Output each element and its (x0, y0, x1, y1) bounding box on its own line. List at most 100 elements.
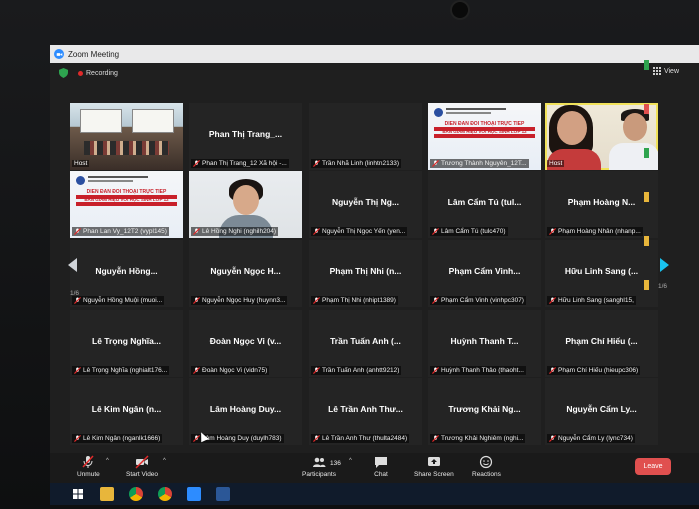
participant-display-name: Trương Khải Ng... (448, 404, 521, 414)
participant-tile[interactable]: Trương Khải Ng... Trương Khải Nghiêm (ngh… (428, 378, 541, 445)
muted-mic-icon (549, 228, 556, 235)
unmute-button[interactable]: Unmute (77, 455, 100, 478)
chat-icon (375, 457, 387, 468)
participant-caption-text: Lê Hồng Nghi (nghilh204) (202, 228, 277, 235)
chat-button[interactable]: Chat (374, 455, 388, 478)
participant-tile[interactable]: Phạm Chí Hiếu (... Phạm Chí Hiếu (hieupc3… (545, 310, 658, 377)
participant-caption-text: Phạm Thị Nhi (nhipt1389) (322, 297, 396, 304)
participant-caption: Phạm Chí Hiếu (hieupc306) (547, 366, 641, 375)
participant-tile[interactable]: DIỄN ĐÀN ĐỐI THOẠI TRỰC TIẾP BAN GIÁM HIỆ… (428, 103, 541, 170)
video-feed-shape (233, 185, 259, 215)
chrome-icon[interactable] (158, 487, 172, 501)
video-options-caret-icon[interactable]: ^ (163, 458, 166, 464)
windows-taskbar (50, 483, 699, 505)
participant-caption-text: Nguyễn Ngọc Huy (huynn3... (202, 297, 286, 304)
participant-tile[interactable]: Lâm Cẩm Tú (tul... Lâm Cẩm Tú (tulc470) (428, 171, 541, 238)
participant-tile[interactable]: Lê Kim Ngân (n... Lê Kim Ngân (nganlk1666… (70, 378, 183, 445)
participants-caret-icon[interactable]: ^ (349, 458, 352, 464)
participant-caption: Đoàn Ngọc Vi (vidn75) (191, 366, 270, 375)
audio-options-caret-icon[interactable]: ^ (106, 458, 109, 464)
recording-dot-icon (78, 70, 83, 76)
participant-display-name: Trần Tuấn Anh (... (330, 336, 401, 346)
next-page-arrow-icon[interactable] (660, 258, 669, 272)
participant-tile[interactable]: Trần Tuấn Anh (... Trần Tuấn Anh (anhtt92… (309, 310, 422, 377)
participant-tile[interactable]: Nguyễn Thị Ng... Nguyễn Thị Ngọc Yến (yen… (309, 171, 422, 238)
participant-tile[interactable]: Trần Nhã Linh (linhtn2133) (309, 103, 422, 170)
share-screen-button[interactable]: Share Screen (414, 455, 454, 478)
participant-tile[interactable]: DIỄN ĐÀN ĐỐI THOẠI TRỰC TIẾP BAN GIÁM HIỆ… (70, 171, 183, 238)
muted-mic-icon (74, 367, 81, 374)
participant-caption-text: Trần Tuấn Anh (anhtt9212) (322, 367, 400, 374)
page-indicator-right: 1/6 (658, 283, 668, 290)
camera-off-icon (135, 455, 149, 469)
participant-display-name: Nguyễn Ngọc H... (210, 266, 281, 276)
participant-caption: Phạm Hoàng Nhân (nhanp... (547, 227, 643, 236)
participant-tile[interactable]: Nguyễn Cẩm Ly... Nguyễn Cẩm Ly (lync734) (545, 378, 658, 445)
video-feed-shape (88, 176, 148, 178)
muted-mic-icon (432, 160, 439, 167)
chrome-icon[interactable] (129, 487, 143, 501)
participant-display-name: Hữu Linh Sang (... (564, 266, 639, 276)
participant-caption: Hữu Linh Sang (sanghl15, (547, 296, 636, 305)
participant-display-name: Nguyễn Thị Ng... (331, 197, 400, 207)
participants-icon (312, 457, 326, 467)
video-feed-shape (84, 141, 169, 155)
previous-page-arrow-icon[interactable] (68, 258, 77, 272)
zoom-icon[interactable] (187, 487, 201, 501)
participant-tile[interactable]: Phạm Thị Nhi (n... Phạm Thị Nhi (nhipt138… (309, 240, 422, 307)
participant-tile[interactable]: Đoàn Ngọc Vi (v... Đoàn Ngọc Vi (vidn75) (189, 310, 302, 377)
zoom-logo-icon (54, 49, 64, 59)
participant-tile[interactable]: Huỳnh Thanh T... Huỳnh Thanh Thảo (thaoht… (428, 310, 541, 377)
participant-tile[interactable]: Phạm Hoàng N... Phạm Hoàng Nhân (nhanp... (545, 171, 658, 238)
leave-button[interactable]: Leave (635, 458, 671, 475)
file-explorer-icon[interactable] (100, 487, 114, 501)
participant-tile[interactable]: Lê Trần Anh Thư... Lê Trần Anh Thư (thult… (309, 378, 422, 445)
participant-caption-text: Lâm Cẩm Tú (tulc470) (441, 228, 506, 235)
participant-caption: Nguyễn Ngọc Huy (huynn3... (191, 296, 288, 305)
participants-count: 136 (330, 460, 341, 467)
video-feed-shape (446, 108, 506, 110)
school-seal-icon (76, 176, 85, 185)
participant-caption-text: Phan Thị Trang_12 Xã hội -... (202, 160, 287, 167)
participant-caption-text: Đoàn Ngọc Vi (vidn75) (202, 367, 268, 374)
video-feed-shape (557, 111, 587, 145)
participant-caption-text: Nguyễn Cẩm Ly (lync734) (558, 435, 633, 442)
participant-caption-text: Phan Lan Vy_12T2 (vypl145) (83, 228, 167, 235)
word-icon[interactable] (216, 487, 230, 501)
muted-mic-icon (313, 297, 320, 304)
muted-mic-icon (549, 297, 556, 304)
meeting-toolbar: Unmute ^ Start Video ^ Participants 136 … (50, 453, 699, 483)
shield-icon[interactable] (59, 68, 68, 78)
share-screen-label: Share Screen (414, 471, 454, 478)
start-video-label: Start Video (126, 471, 159, 478)
reactions-button[interactable]: Reactions (472, 455, 501, 478)
participant-caption-text: Phạm Cẩm Vinh (vinhpc307) (441, 297, 524, 304)
participant-tile[interactable]: Lê Hồng Nghi (nghilh204) (189, 171, 302, 238)
participant-tile[interactable]: Nguyễn Ngọc H... Nguyễn Ngọc Huy (huynn3.… (189, 240, 302, 307)
participant-display-name: Phan Thị Trang_... (208, 129, 283, 139)
participant-caption: Lâm Cẩm Tú (tulc470) (430, 227, 508, 236)
participant-display-name: Phạm Thị Nhi (n... (329, 266, 402, 276)
participant-tile[interactable]: Phạm Cẩm Vinh... Phạm Cẩm Vinh (vinhpc307… (428, 240, 541, 307)
banner-subheading: BAN GIÁM HIỆU VỚI HỌC SINH LỚP 12 (442, 129, 527, 134)
participant-tile[interactable]: Host (70, 103, 183, 170)
participant-tile[interactable]: Phan Thị Trang_... Phan Thị Trang_12 Xã h… (189, 103, 302, 170)
windows-icon[interactable] (71, 487, 85, 501)
participant-tile[interactable]: Lê Trọng Nghĩa... Lê Trọng Nghĩa (nghialt… (70, 310, 183, 377)
view-button[interactable]: View (652, 67, 679, 75)
muted-mic-icon (74, 297, 81, 304)
start-video-button[interactable]: Start Video (126, 455, 158, 478)
participant-caption: Nguyễn Hồng Muội (muoi... (72, 296, 165, 305)
participant-caption-text: Phạm Chí Hiếu (hieupc306) (558, 367, 639, 374)
participant-tile[interactable]: Host (545, 103, 658, 170)
title-bar: Zoom Meeting (50, 45, 699, 63)
participant-tile[interactable]: Nguyễn Hồng... Nguyễn Hồng Muội (muoi... (70, 240, 183, 307)
participant-caption: Lê Hồng Nghi (nghilh204) (191, 227, 279, 236)
video-feed-shape (132, 109, 174, 133)
video-feed-shape (434, 134, 535, 138)
muted-mic-icon (313, 160, 320, 167)
muted-mic-icon (313, 228, 320, 235)
participant-caption: Huỳnh Thanh Thảo (thaoht... (430, 366, 526, 375)
participant-display-name: Nguyễn Cẩm Ly... (566, 404, 637, 414)
participant-tile[interactable]: Hữu Linh Sang (... Hữu Linh Sang (sanghl1… (545, 240, 658, 307)
